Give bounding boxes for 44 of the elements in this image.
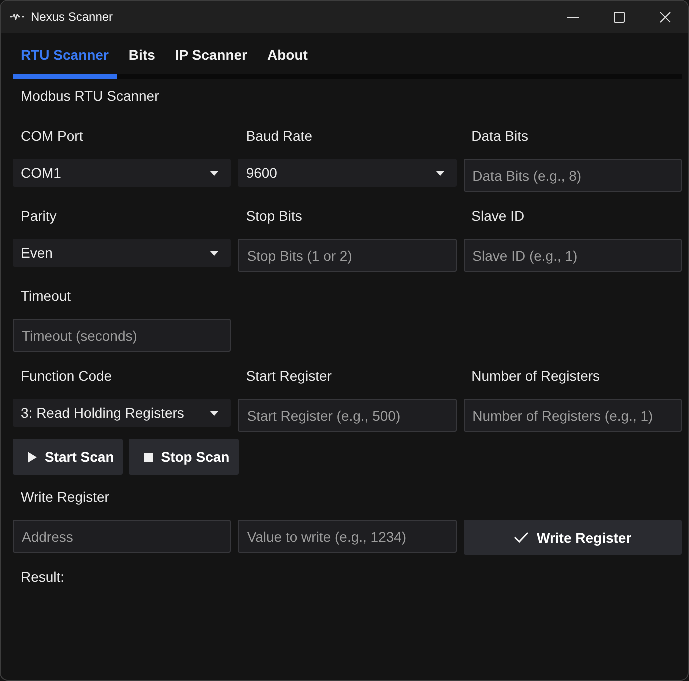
input-field[interactable]: Slave ID (e.g., 1) [464,239,682,272]
field-label: Slave ID [470,207,526,226]
stop-scan-button[interactable]: Stop Scan [129,439,239,475]
play-icon [28,452,37,462]
caret-icon [210,410,220,416]
dropdown[interactable]: Even [13,239,232,267]
caret-icon [436,170,445,176]
maximize-icon [614,12,624,22]
section-heading: Write Register [20,488,110,507]
input-field[interactable]: Address [13,520,232,553]
caret-icon [210,250,220,256]
dropdown[interactable]: 3: Read Holding Registers [13,399,232,427]
tab[interactable]: Bits [120,39,164,79]
field-label: Number of Registers [470,367,602,386]
input-field[interactable]: Stop Bits (1 or 2) [238,239,457,272]
input-field[interactable]: Number of Registers (e.g., 1) [464,399,682,432]
field-label: COM Port [20,127,84,146]
dropdown[interactable]: 9600 [238,159,457,187]
field-label: Parity [20,207,58,226]
input-field[interactable]: Start Register (e.g., 500) [238,399,457,432]
input-field[interactable]: Data Bits (e.g., 8) [464,159,682,192]
checkmark-icon [514,532,529,543]
result-label: Result: [20,568,66,587]
field-label: Baud Rate [245,127,314,146]
minimize-icon [567,16,579,18]
dropdown[interactable]: COM1 [13,159,232,187]
tab[interactable]: IP Scanner [167,39,256,79]
field-label: Start Register [245,367,333,386]
input-field[interactable]: Timeout (seconds) [13,319,232,352]
start-scan-button[interactable]: Start Scan [13,439,124,475]
close-icon [660,12,670,22]
write-register-button[interactable]: Write Register [464,520,682,555]
field-label: Function Code [20,367,114,386]
app-icon [10,14,24,20]
tab[interactable]: RTU Scanner [13,39,117,79]
field-label: Data Bits [470,127,530,146]
input-field[interactable]: Value to write (e.g., 1234) [238,520,457,553]
window-title: Nexus Scanner [31,9,114,25]
stop-icon [144,452,154,462]
field-label: Timeout [20,287,72,306]
tab[interactable]: About [260,39,316,79]
field-label: Stop Bits [245,207,304,226]
caret-icon [210,170,220,176]
section-heading: Modbus RTU Scanner [20,87,160,106]
